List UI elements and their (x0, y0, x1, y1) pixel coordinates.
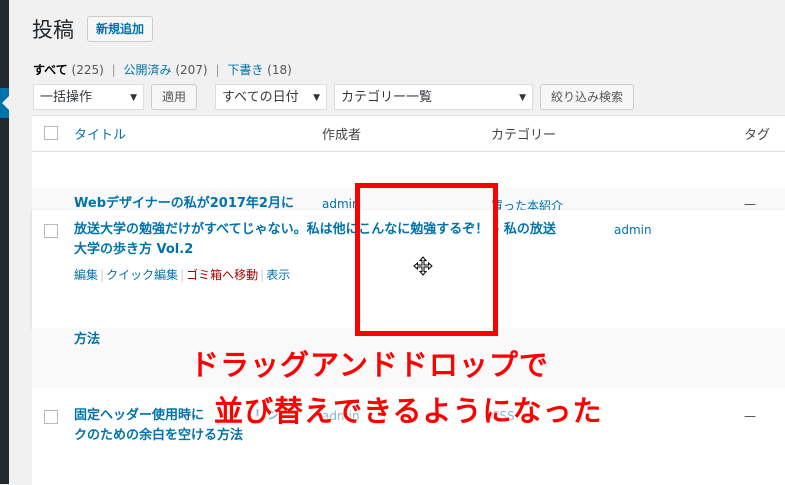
row-checkbox[interactable] (44, 410, 58, 424)
filter-separator: | (215, 63, 220, 77)
column-title[interactable]: タイトル (74, 124, 126, 143)
filter-published-count: (207) (175, 63, 208, 77)
post-category[interactable]: 買った本紹介 (491, 197, 563, 210)
column-author: 作成者 (322, 128, 362, 143)
chevron-down-icon: ▼ (519, 93, 526, 103)
post-author[interactable]: admin (322, 197, 360, 210)
admin-menu-bar (0, 0, 9, 484)
category-filter-value: カテゴリー一覧 (341, 90, 433, 105)
current-menu-indicator (0, 88, 9, 118)
filter-all-count: (225) (71, 63, 104, 77)
filter-button[interactable]: 絞り込み検索 (540, 84, 635, 110)
date-filter-value: すべての日付 (222, 90, 299, 105)
add-new-button[interactable]: 新規追加 (87, 16, 154, 42)
post-status-filters: すべて (225) | 公開済み (207) | 下書き (18) (33, 61, 292, 78)
action-separator: | (100, 268, 105, 282)
trash-link[interactable]: ゴミ箱へ移動 (186, 268, 258, 282)
filter-separator: | (111, 63, 116, 77)
filter-draft-count: (18) (267, 63, 292, 77)
post-title-link[interactable]: 固定ヘッダー使用時に (74, 406, 204, 426)
edit-link[interactable]: 編集 (74, 268, 98, 282)
row-checkbox[interactable] (44, 224, 58, 238)
chevron-down-icon: ▼ (130, 93, 137, 103)
view-link[interactable]: 表示 (266, 268, 290, 282)
column-categories: カテゴリー (491, 128, 557, 143)
bulk-action-select[interactable]: 一括操作 ▼ (33, 84, 144, 110)
table-header: タイトル 作成者 カテゴリー タグ (32, 116, 785, 152)
action-separator: | (180, 268, 185, 282)
post-tags: — (744, 197, 756, 210)
action-separator: | (260, 268, 265, 282)
filter-published[interactable]: 公開済み (124, 63, 172, 77)
quick-edit-link[interactable]: クイック編集 (106, 268, 178, 282)
post-title-link[interactable]: Webデザイナーの私が2017年2月に (74, 194, 294, 210)
apply-button[interactable]: 適用 (151, 84, 198, 110)
annotation-line-1: ドラッグアンドドロップで (190, 348, 549, 382)
category-filter-select[interactable]: カテゴリー一覧 ▼ (334, 84, 533, 110)
post-title-link-cont[interactable]: 大学の歩き方 Vol.2 (74, 240, 193, 260)
bulk-action-value: 一括操作 (40, 90, 93, 105)
select-all-checkbox[interactable] (44, 126, 58, 140)
row-actions: 編集 | クイック編集 | ゴミ箱へ移動 | 表示 (74, 266, 290, 283)
date-filter-select[interactable]: すべての日付 ▼ (215, 84, 327, 110)
page-title: 投稿 (32, 18, 74, 42)
post-tags: — (744, 409, 756, 423)
filter-draft[interactable]: 下書き (227, 63, 263, 77)
annotation-line-2: 並び替えできるようになった (214, 394, 603, 428)
post-author[interactable]: admin (614, 223, 652, 237)
post-title-link[interactable]: 方法 (74, 330, 100, 350)
move-cursor-icon (413, 256, 433, 276)
column-tags: タグ (744, 128, 771, 143)
filter-all[interactable]: すべて (33, 63, 68, 77)
chevron-down-icon: ▼ (313, 93, 320, 103)
